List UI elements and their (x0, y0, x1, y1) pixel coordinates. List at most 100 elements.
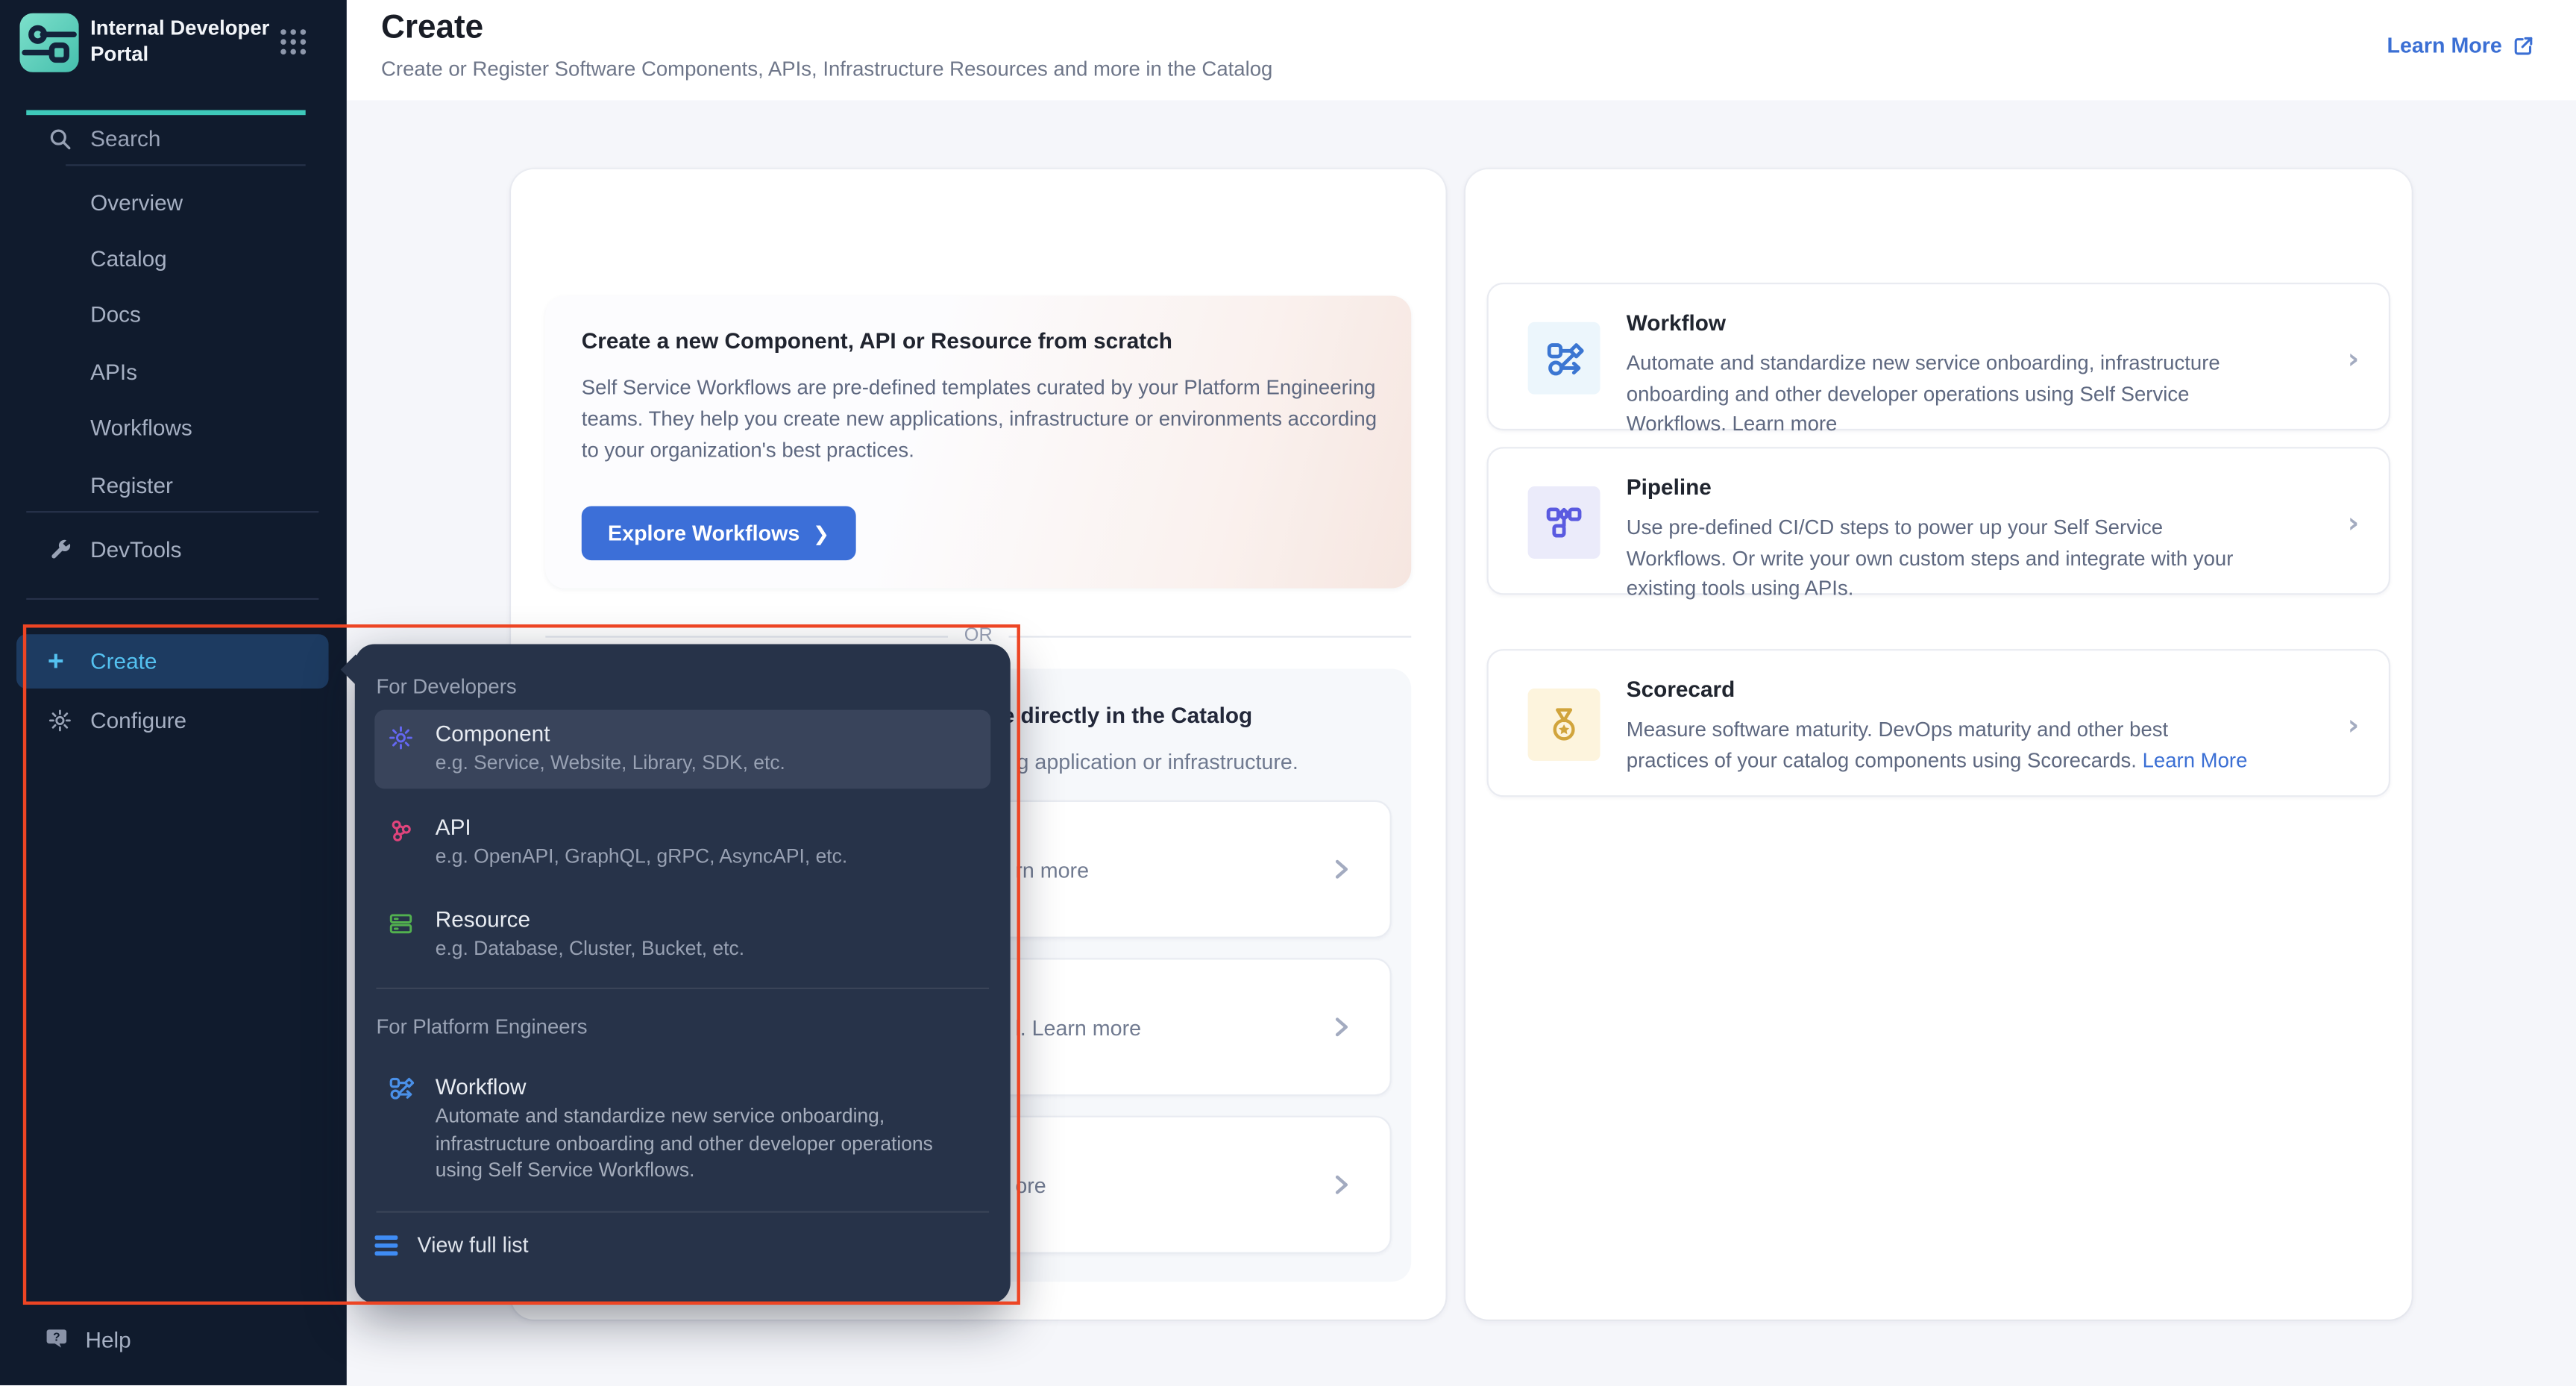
api-icon (388, 818, 414, 844)
sidebar: Internal Developer Portal Search Overvie… (0, 0, 347, 1386)
popup-item-api[interactable]: API e.g. OpenAPI, GraphQL, gRPC, AsyncAP… (374, 803, 990, 882)
external-link-icon (2512, 34, 2535, 57)
view-full-list-item[interactable]: View full list (374, 1232, 528, 1257)
workflow-icon (388, 1075, 414, 1101)
row-description: Measure software maturity. DevOps maturi… (1627, 715, 2248, 776)
sidebar-item-label: Help (86, 1327, 131, 1352)
create-from-scratch-panel: Create a new Component, API or Resource … (545, 296, 1411, 589)
popup-section-developers: For Developers (376, 675, 516, 698)
scorecard-row[interactable]: Scorecard Measure software maturity. Dev… (1487, 649, 2391, 797)
popup-item-resource[interactable]: Resource e.g. Database, Cluster, Bucket,… (374, 896, 990, 975)
apps-grid-icon[interactable] (279, 28, 307, 55)
chevron-right-icon: › (2348, 713, 2359, 741)
row-text: ore (1015, 1173, 1046, 1197)
popup-item-title: Workflow (436, 1075, 527, 1100)
resource-icon (388, 910, 414, 936)
learn-more-link[interactable]: Learn More (2387, 33, 2535, 57)
search-icon (48, 126, 72, 151)
workflow-icon (1528, 322, 1600, 395)
popup-divider (376, 1211, 989, 1212)
sidebar-item-label: APIs (90, 359, 137, 383)
chevron-right-icon: ❯ (813, 521, 829, 545)
popup-divider (376, 988, 989, 989)
sidebar-item-catalog[interactable]: Catalog (0, 233, 347, 283)
sidebar-divider (26, 511, 318, 512)
sidebar-item-label: Search (90, 126, 160, 151)
sidebar-item-label: Catalog (90, 245, 167, 270)
app-logo-icon (19, 13, 78, 72)
chevron-right-icon (1328, 856, 1354, 882)
svg-text:?: ? (53, 1330, 60, 1343)
panel-description: Self Service Workflows are pre-defined t… (582, 373, 1390, 465)
page-header: Create Create or Register Software Compo… (347, 0, 2576, 100)
popup-item-subtitle: e.g. OpenAPI, GraphQL, gRPC, AsyncAPI, e… (436, 844, 847, 868)
popup-item-subtitle: e.g. Database, Cluster, Bucket, etc. (436, 937, 744, 960)
explore-workflows-label: Explore Workflows (608, 521, 799, 545)
component-gear-icon (388, 724, 414, 750)
row-description-text: Measure software maturity. DevOps maturi… (1627, 718, 2168, 772)
popup-item-component[interactable]: Component e.g. Service, Website, Library… (374, 710, 990, 789)
row-title: Pipeline (1627, 475, 1712, 500)
row-text: l. Learn more (1015, 1015, 1141, 1039)
platform-engineer-card: If you are an Platform Engineer ... Work… (1466, 169, 2412, 1320)
row-text: rn more (1015, 857, 1089, 882)
sidebar-item-label: Docs (90, 302, 141, 327)
app-title: Internal Developer Portal (90, 13, 274, 68)
list-icon (374, 1233, 400, 1256)
sidebar-item-label: Configure (90, 707, 186, 732)
catalog-section-heading: e directly in the Catalog (1002, 703, 1252, 728)
create-popup-menu: For Developers Component e.g. Service, W… (355, 644, 1011, 1302)
catalog-section-subtitle: g application or infrastructure. (1017, 749, 1298, 774)
sidebar-item-help[interactable]: ? Help (0, 1314, 347, 1364)
sidebar-item-configure[interactable]: Configure (0, 695, 347, 744)
workflow-row[interactable]: Workflow Automate and standardize new se… (1487, 283, 2391, 430)
sidebar-item-label: Overview (90, 189, 183, 214)
chevron-right-icon (1328, 1014, 1354, 1040)
app-window: Internal Developer Portal Search Overvie… (0, 0, 2576, 1386)
learn-more-label: Learn More (2387, 33, 2502, 57)
row-title: Scorecard (1627, 677, 1735, 702)
chevron-right-icon (1328, 1172, 1354, 1198)
help-chat-icon: ? (44, 1326, 72, 1353)
page-subtitle: Create or Register Software Components, … (381, 57, 1272, 81)
pipeline-row[interactable]: Pipeline Use pre-defined CI/CD steps to … (1487, 447, 2391, 595)
sidebar-divider (66, 164, 306, 166)
gear-icon (48, 707, 72, 732)
popup-item-title: Component (436, 721, 550, 746)
row-description: Use pre-defined CI/CD steps to power up … (1627, 512, 2248, 603)
sidebar-item-workflows[interactable]: Workflows (0, 404, 347, 453)
wrench-icon (48, 536, 72, 561)
row-description: Automate and standardize new service onb… (1627, 348, 2248, 439)
page-title: Create (381, 10, 483, 48)
panel-heading: Create a new Component, API or Resource … (582, 329, 1172, 354)
popup-item-description: Automate and standardize new service onb… (436, 1103, 978, 1184)
scorecard-icon (1528, 689, 1600, 761)
app-logo-row: Internal Developer Portal (19, 13, 274, 72)
sidebar-item-register[interactable]: Register (0, 460, 347, 509)
sidebar-item-label: Register (90, 472, 173, 497)
sidebar-item-create[interactable]: + Create (16, 634, 329, 689)
sidebar-item-label: DevTools (90, 536, 181, 561)
sidebar-divider (26, 598, 318, 600)
sidebar-item-devtools[interactable]: DevTools (0, 524, 347, 574)
sidebar-item-search[interactable]: Search (0, 113, 347, 163)
sidebar-item-label: Create (90, 649, 157, 674)
popup-section-platform-engineers: For Platform Engineers (376, 1015, 587, 1038)
popup-item-title: API (436, 815, 471, 840)
sidebar-item-label: Workflows (90, 416, 192, 440)
sidebar-item-apis[interactable]: APIs (0, 347, 347, 396)
chevron-right-icon: › (2348, 511, 2359, 539)
sidebar-item-docs[interactable]: Docs (0, 290, 347, 339)
explore-workflows-button[interactable]: Explore Workflows ❯ (582, 506, 856, 560)
popup-item-workflow[interactable]: Workflow Automate and standardize new se… (374, 1063, 990, 1194)
sidebar-item-overview[interactable]: Overview (0, 178, 347, 227)
or-label: OR (964, 626, 993, 645)
view-full-list-label: View full list (418, 1232, 529, 1257)
chevron-right-icon: › (2348, 347, 2359, 374)
row-title: Workflow (1627, 310, 1726, 335)
plus-icon: + (48, 647, 64, 675)
learn-more-link[interactable]: Learn More (2143, 748, 2248, 771)
popup-item-subtitle: e.g. Service, Website, Library, SDK, etc… (436, 751, 785, 774)
or-divider: OR (545, 626, 1411, 645)
pipeline-icon (1528, 486, 1600, 559)
